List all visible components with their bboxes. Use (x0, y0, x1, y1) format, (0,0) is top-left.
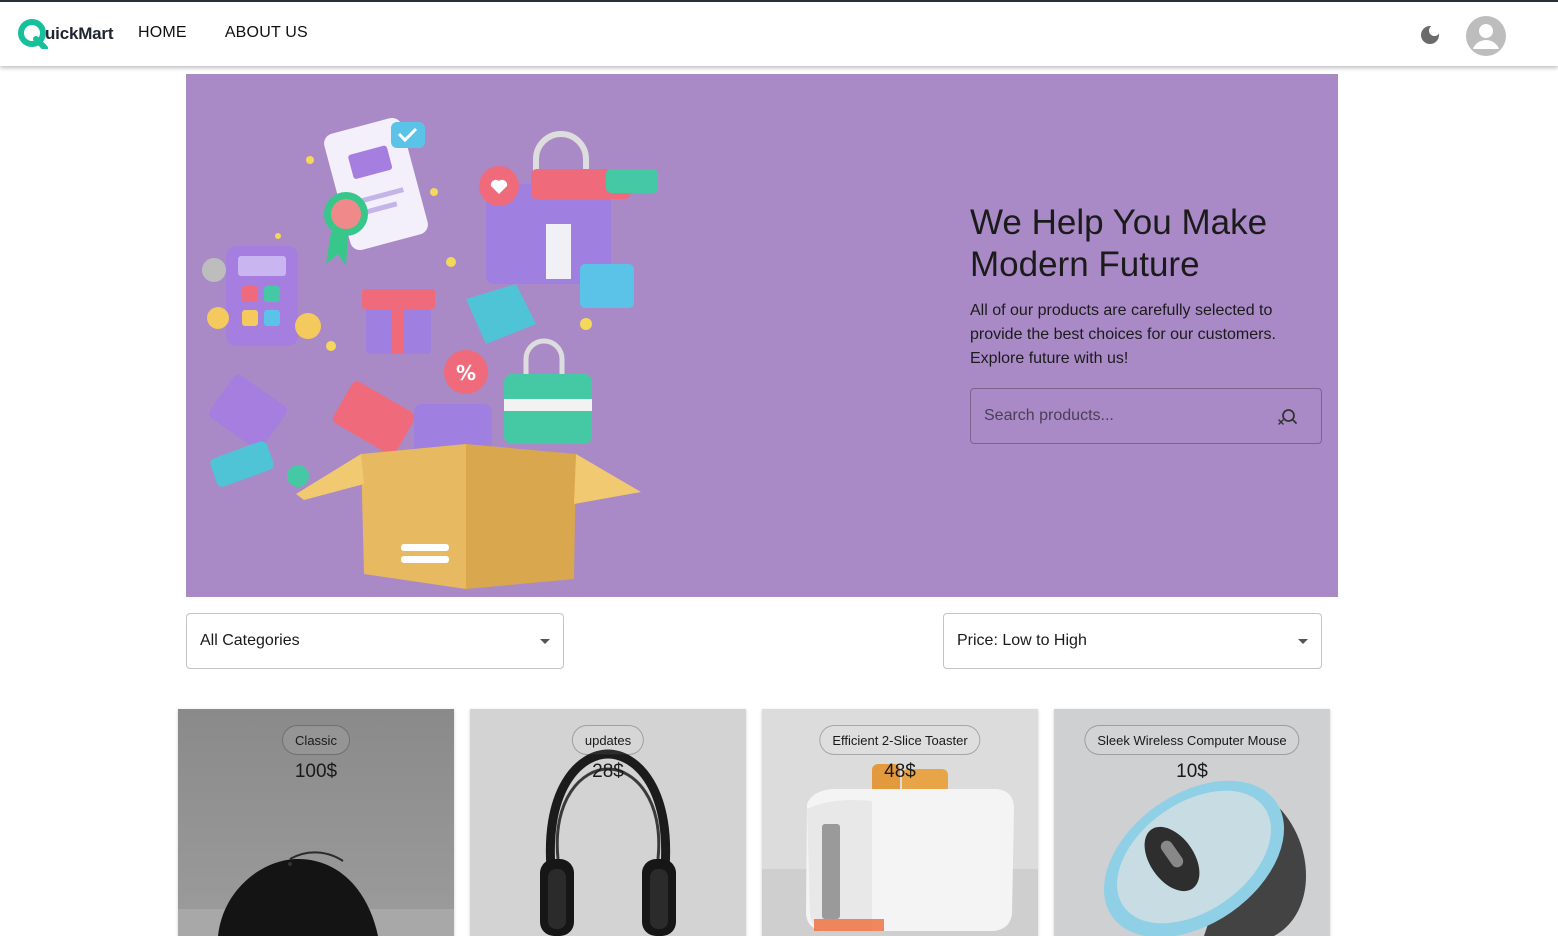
category-select-value: All Categories (200, 632, 300, 649)
product-price: 100$ (294, 761, 338, 782)
product-price: 10$ (1176, 761, 1208, 782)
product-name-chip: Classic (282, 725, 350, 755)
hero-description: All of our products are carefully select… (970, 302, 1276, 367)
product-card[interactable]: Efficient 2-Slice Toaster 48$ (762, 709, 1038, 936)
nav-home-link[interactable]: HOME (138, 24, 187, 42)
dropdown-arrow-icon (1298, 639, 1308, 644)
logo-q-icon (18, 19, 48, 49)
logo-text: uickMart (45, 24, 114, 43)
dropdown-arrow-icon (540, 639, 550, 644)
product-price: 48$ (884, 761, 916, 782)
product-card[interactable]: updates 28$ (470, 709, 746, 936)
avatar-silhouette (1473, 24, 1499, 49)
quickmart-logo[interactable]: uickMart (18, 18, 114, 50)
search-input[interactable] (971, 389, 1274, 443)
shopping-illustration: % (202, 117, 658, 589)
svg-text:%: % (456, 361, 476, 385)
moon-icon[interactable] (1418, 23, 1442, 47)
nav-about-link[interactable]: ABOUT US (225, 24, 308, 42)
product-card[interactable]: Sleek Wireless Computer Mouse 10$ (1054, 709, 1330, 936)
category-select[interactable]: All Categories (186, 613, 564, 669)
product-name-chip: Sleek Wireless Computer Mouse (1084, 725, 1300, 755)
product-name-chip: updates (571, 725, 645, 755)
sort-select[interactable]: Price: Low to High (943, 613, 1322, 669)
main-nav: HOME ABOUT US (138, 24, 308, 42)
sort-select-value: Price: Low to High (957, 632, 1087, 649)
product-name-chip: Efficient 2-Slice Toaster (819, 725, 981, 755)
hero-title: We Help You Make Modern Future (970, 203, 1268, 284)
search-off-icon[interactable] (1275, 405, 1299, 429)
top-navbar: uickMart HOME ABOUT US (0, 0, 1558, 66)
product-card[interactable]: Classic 100$ (178, 709, 454, 936)
product-price: 28$ (592, 761, 624, 782)
hero-banner: % We Help You Make Modern Future All of … (186, 74, 1338, 597)
search-field (970, 388, 1322, 444)
account-circle-icon[interactable] (1466, 16, 1506, 56)
